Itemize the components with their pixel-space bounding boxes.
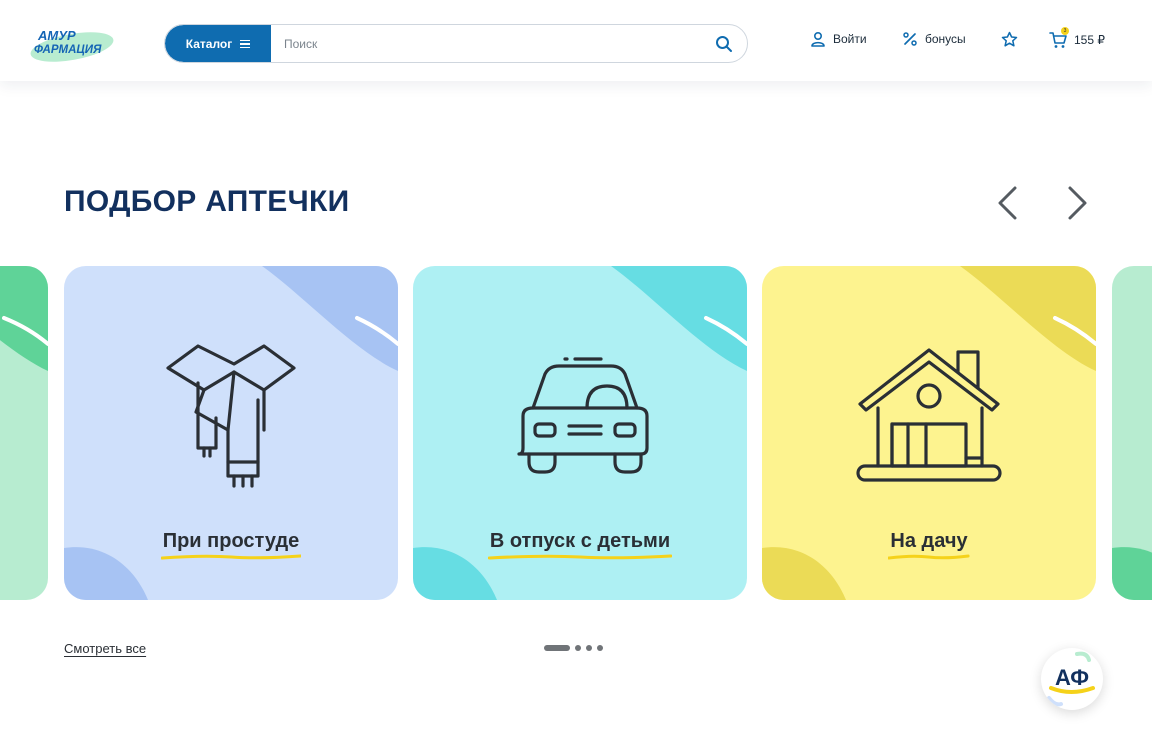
favorites-link[interactable] xyxy=(1001,31,1018,48)
search-input[interactable] xyxy=(271,25,711,62)
house-icon xyxy=(856,348,1002,482)
prev-arrow-icon[interactable] xyxy=(988,183,1028,223)
catalog-button[interactable]: Каталог xyxy=(165,25,271,62)
login-link[interactable]: Войти xyxy=(810,31,867,47)
pagination-dot[interactable] xyxy=(575,645,581,651)
pagination-dot-active[interactable] xyxy=(544,645,570,651)
highlight-underline xyxy=(888,554,970,560)
catalog-label: Каталог xyxy=(185,36,233,51)
bonus-link[interactable]: бонусы xyxy=(902,31,966,47)
see-all-link[interactable]: Смотреть все xyxy=(64,641,146,656)
menu-icon xyxy=(240,39,251,48)
bonus-label: бонусы xyxy=(925,32,966,46)
kit-card[interactable]: На дачу xyxy=(762,266,1096,600)
logo[interactable]: АМУР ФАРМАЦИЯ xyxy=(28,20,116,66)
cart-total: 155 ₽ xyxy=(1074,33,1105,47)
kit-carousel: При простуде В отпуск с детьми На дачу xyxy=(0,266,1152,600)
chat-widget-button[interactable]: АФ xyxy=(1041,648,1103,710)
cart-count-badge: 3 xyxy=(1061,27,1069,35)
kit-card[interactable]: В отпуск с детьми xyxy=(413,266,747,600)
pagination-dot[interactable] xyxy=(597,645,603,651)
kit-card-label: При простуде xyxy=(162,530,300,552)
site-header: АМУР ФАРМАЦИЯ Каталог Войти бонусы xyxy=(0,0,1152,81)
scarf-icon xyxy=(166,344,296,488)
percent-icon xyxy=(903,32,917,46)
kit-card-label: В отпуск с детьми xyxy=(489,530,671,552)
svg-text:ФАРМАЦИЯ: ФАРМАЦИЯ xyxy=(34,44,102,56)
highlight-underline xyxy=(160,554,302,560)
pagination-dot[interactable] xyxy=(586,645,592,651)
user-icon xyxy=(811,31,825,47)
carousel-card-partial-right[interactable] xyxy=(1112,266,1152,600)
car-icon xyxy=(517,357,649,474)
kit-card-label: На дачу xyxy=(890,530,968,552)
next-arrow-icon[interactable] xyxy=(1057,183,1097,223)
search-bar: Каталог xyxy=(164,24,748,63)
carousel-pagination xyxy=(544,645,603,651)
search-icon[interactable] xyxy=(715,35,733,53)
kit-card[interactable]: При простуде xyxy=(64,266,398,600)
svg-text:АМУР: АМУР xyxy=(37,28,76,43)
chat-logo-text: АФ xyxy=(1054,665,1090,690)
cart-link[interactable]: 3 155 ₽ xyxy=(1049,27,1105,49)
star-icon xyxy=(1001,31,1018,47)
carousel-card-partial-left[interactable] xyxy=(0,266,48,600)
login-label: Войти xyxy=(833,32,867,46)
section-title: ПОДБОР АПТЕЧКИ xyxy=(64,185,350,218)
highlight-underline xyxy=(487,554,673,560)
